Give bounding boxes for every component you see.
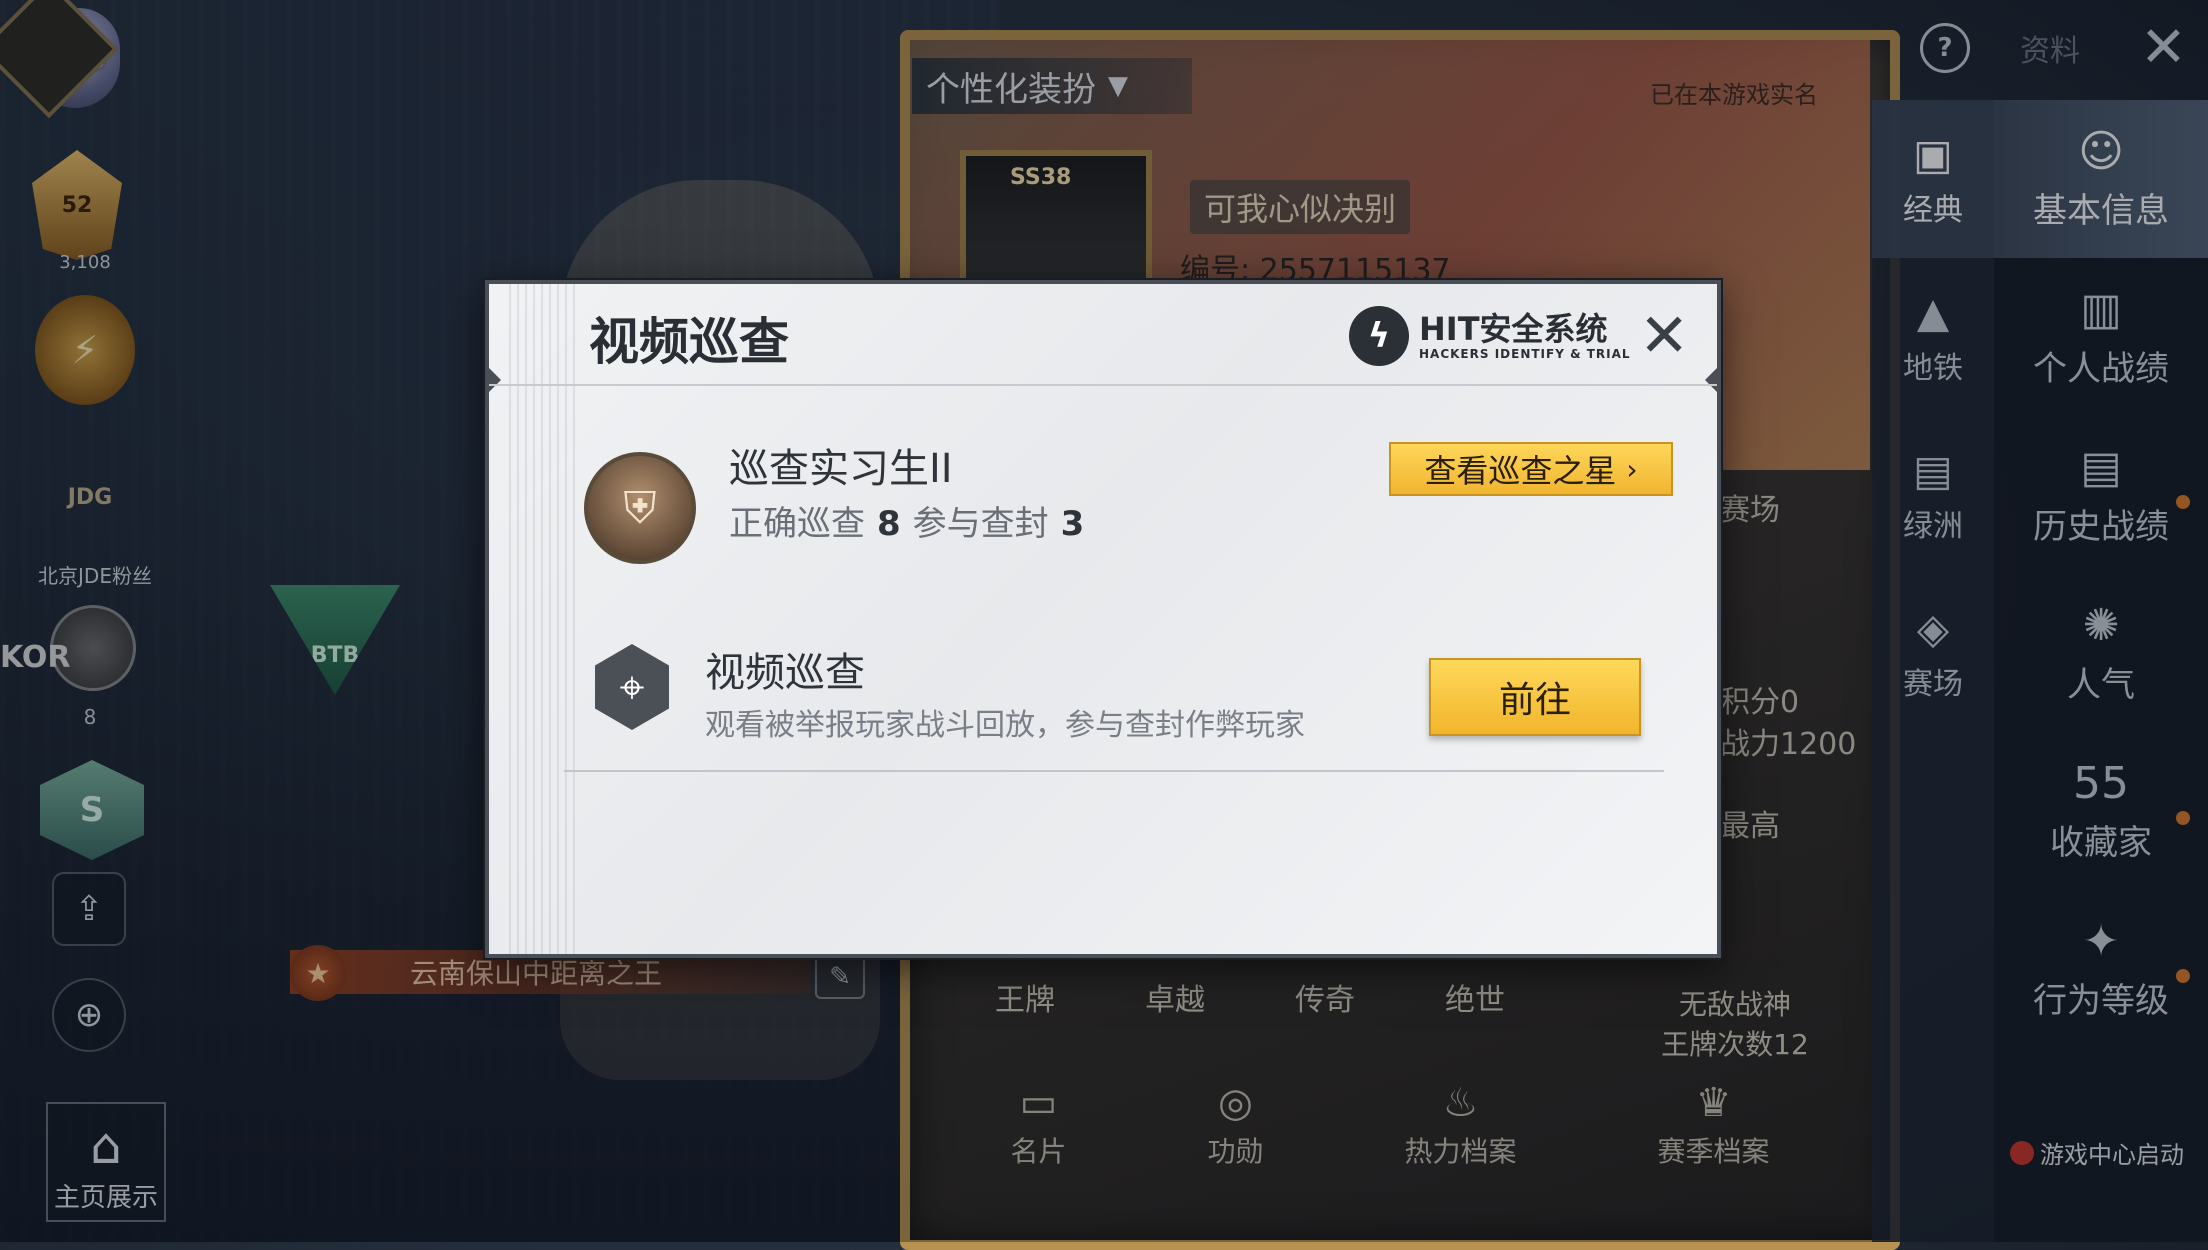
patrol-stats: 正确巡查 8 参与查封 3 bbox=[729, 496, 1096, 545]
view-patrol-star-button[interactable]: 查看巡查之星 › bbox=[1389, 442, 1673, 496]
hit-logo-subtitle: HACKERS IDENTIFY & TRIAL bbox=[1419, 347, 1631, 361]
hit-security-logo: ϟ HIT安全系统 HACKERS IDENTIFY & TRIAL bbox=[1349, 306, 1631, 366]
go-button-label: 前往 bbox=[1498, 680, 1571, 721]
ban-participation-value: 3 bbox=[1060, 504, 1085, 544]
video-patrol-dialog: 视频巡查 ϟ HIT安全系统 HACKERS IDENTIFY & TRIAL … bbox=[485, 280, 1721, 958]
ban-participation-label: 参与查封 bbox=[912, 504, 1049, 544]
view-patrol-star-label: 查看巡查之星 bbox=[1424, 452, 1617, 490]
correct-patrol-label: 正确巡查 bbox=[729, 504, 865, 544]
feature-title: 视频巡查 bbox=[705, 650, 865, 696]
dialog-title: 视频巡查 bbox=[589, 313, 789, 371]
patrol-rank-icon: ⛨ bbox=[584, 452, 696, 564]
go-button[interactable]: 前往 bbox=[1429, 658, 1641, 736]
chevron-right-icon: › bbox=[1626, 452, 1638, 486]
feature-description: 观看被举报玩家战斗回放，参与查封作弊玩家 bbox=[705, 708, 1305, 743]
crosshair-icon: ⌖ bbox=[595, 644, 669, 730]
hit-logo-title: HIT安全系统 bbox=[1419, 310, 1608, 348]
hit-logo-icon: ϟ bbox=[1349, 306, 1409, 366]
correct-patrol-value: 8 bbox=[877, 504, 901, 544]
divider bbox=[564, 770, 1664, 772]
patrol-rank-name: 巡查实习生II bbox=[729, 446, 953, 492]
dialog-close-icon[interactable]: ✕ bbox=[1639, 306, 1689, 366]
dialog-header: 视频巡查 ϟ HIT安全系统 HACKERS IDENTIFY & TRIAL … bbox=[489, 284, 1717, 386]
